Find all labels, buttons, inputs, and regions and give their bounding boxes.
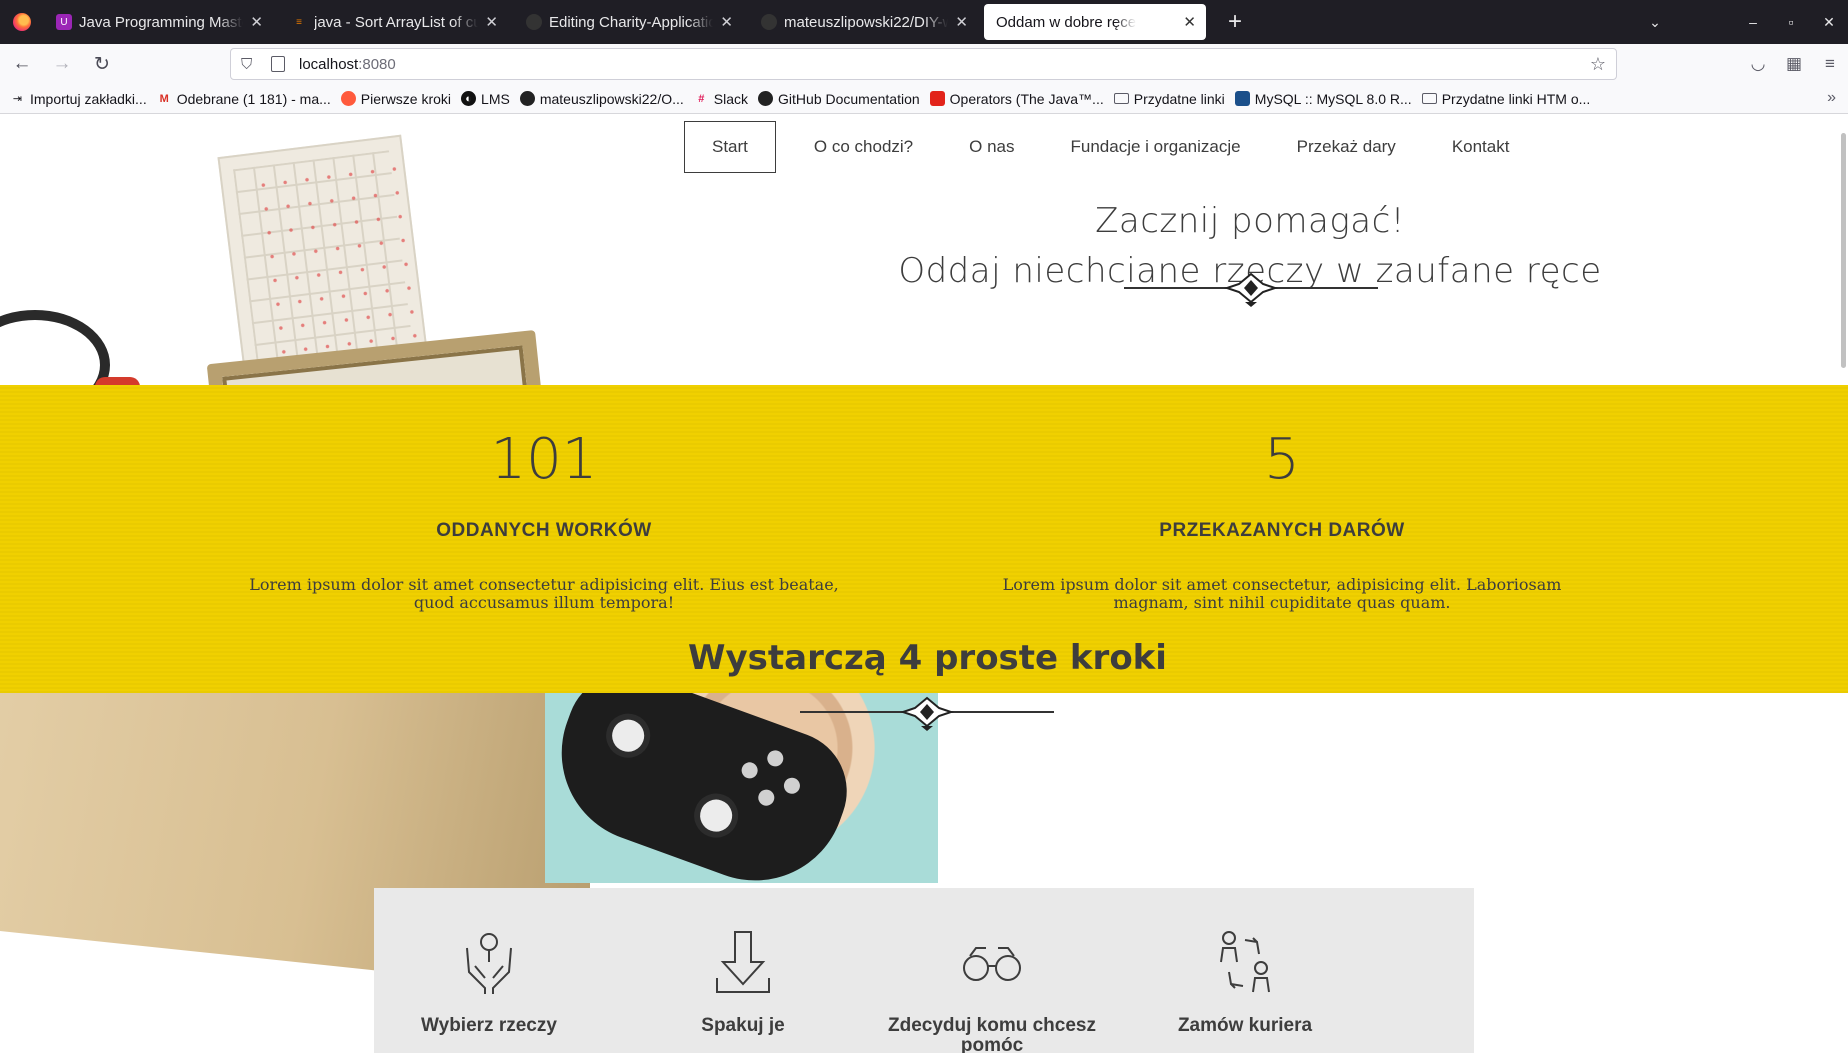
firefox-menu-icon[interactable]	[0, 0, 44, 44]
menu-item-o-co-chodzi[interactable]: O co chodzi?	[786, 121, 941, 173]
page-info-icon[interactable]	[271, 56, 285, 72]
step-item: Zdecyduj komu chcesz pomóc	[877, 888, 1107, 1053]
browser-nav-bar: ← → ↻ ⛉ localhost:8080 ☆ ◡ ▦ ≡	[0, 44, 1848, 84]
slack-icon: #	[698, 92, 705, 105]
gmail-icon: M	[159, 92, 169, 105]
url-bar[interactable]: ⛉ localhost:8080 ☆	[230, 48, 1617, 80]
oracle-icon	[929, 91, 945, 106]
bookmark-star-icon[interactable]: ☆	[1590, 54, 1606, 75]
steps-panel: Wybierz rzeczy Spakuj je Zdecyduj komu c…	[374, 888, 1474, 1053]
step-item: Wybierz rzeczy	[374, 888, 604, 1036]
stat-description: Lorem ipsum dolor sit amet consectetur, …	[1002, 575, 1562, 612]
stat-bags: 101 ODDANYCH WORKÓW Lorem ipsum dolor si…	[234, 385, 854, 612]
hands-icon	[466, 933, 512, 994]
more-bookmarks-chevron-icon[interactable]: »	[1827, 89, 1836, 107]
browser-tab[interactable]: U Java Programming Maste ✕	[44, 4, 273, 40]
stat-donations: 5 PRZEKAZANYCH DARÓW Lorem ipsum dolor s…	[972, 385, 1592, 612]
bookmark-folder[interactable]: Przydatne linki HTM o...	[1421, 91, 1590, 107]
close-tab-icon[interactable]: ✕	[250, 13, 263, 31]
forward-arrow-icon[interactable]: →	[44, 48, 80, 80]
stat-description: Lorem ipsum dolor sit amet consectetur a…	[249, 575, 839, 612]
stat-number: 5	[1264, 427, 1300, 492]
extensions-icon[interactable]: ▦	[1776, 54, 1812, 74]
new-tab-button[interactable]: +	[1220, 8, 1250, 36]
import-icon: ⇥	[12, 93, 23, 105]
binoculars-icon	[963, 947, 1021, 981]
menu-item-o-nas[interactable]: O nas	[941, 121, 1042, 173]
minimize-window-icon[interactable]: –	[1734, 14, 1772, 30]
bookmark-item[interactable]: Pierwsze kroki	[340, 91, 451, 107]
close-tab-icon[interactable]: ✕	[1183, 13, 1196, 31]
bookmark-folder[interactable]: Przydatne linki	[1113, 91, 1225, 107]
bookmark-item[interactable]: mateuszlipowski22/O...	[519, 91, 684, 107]
step-label: Zamów kuriera	[1177, 1015, 1313, 1036]
browser-tab[interactable]: mateuszlipowski22/DIY-w ✕	[749, 4, 978, 40]
close-tab-icon[interactable]: ✕	[485, 13, 498, 31]
tracking-shield-icon[interactable]: ⛉	[241, 56, 259, 73]
close-window-icon[interactable]: ✕	[1810, 14, 1848, 31]
bookmark-item[interactable]: MySQL :: MySQL 8.0 R...	[1234, 91, 1412, 107]
bookmark-item[interactable]: ⇥ Importuj zakładki...	[10, 91, 147, 107]
bookmark-item[interactable]: Operators (The Java™...	[929, 91, 1104, 107]
browser-tab-active[interactable]: Oddam w dobre ręce ✕	[984, 4, 1206, 40]
lms-icon: ◐	[461, 91, 477, 106]
close-tab-icon[interactable]: ✕	[955, 13, 968, 31]
stackoverflow-favicon-icon: ≡	[296, 16, 302, 28]
bookmark-item[interactable]: ◐ LMS	[461, 91, 510, 107]
slogan-line-1: Zacznij pomagać!	[1095, 201, 1405, 241]
bookmark-item[interactable]: # Slack	[694, 91, 748, 107]
github-icon	[519, 91, 535, 106]
browser-tab[interactable]: ≡ java - Sort ArrayList of cu ✕	[279, 4, 508, 40]
browser-tab-bar: U Java Programming Maste ✕ ≡ java - Sort…	[0, 0, 1848, 44]
page-viewport: Start O co chodzi? O nas Fundacje i orga…	[0, 115, 1848, 1053]
step-item: Spakuj je	[628, 888, 858, 1036]
list-tabs-chevron-icon[interactable]: ⌄	[1636, 14, 1674, 31]
menu-item-przekaz-dary[interactable]: Przekaż dary	[1269, 121, 1424, 173]
folder-icon	[1421, 93, 1437, 104]
stat-label: PRZEKAZANYCH DARÓW	[1159, 520, 1405, 541]
bookmark-item[interactable]: GitHub Documentation	[758, 91, 920, 107]
page-scrollbar[interactable]	[1841, 133, 1846, 368]
download-icon	[716, 931, 770, 993]
mysql-icon	[1234, 91, 1250, 106]
bookmarks-bar: ⇥ Importuj zakładki... M Odebrane (1 181) …	[0, 84, 1848, 114]
pocket-icon[interactable]: ◡	[1740, 54, 1776, 74]
menu-item-kontakt[interactable]: Kontakt	[1424, 121, 1538, 173]
stat-number: 101	[490, 427, 598, 492]
browser-tab[interactable]: Editing Charity-Applicatio ✕	[514, 4, 743, 40]
steps-section-title: Wystarczą 4 proste kroki	[688, 638, 1167, 678]
reload-icon[interactable]: ↻	[84, 48, 120, 80]
step-label: Zdecyduj komu chcesz pomóc	[887, 1015, 1096, 1053]
main-menu: Start O co chodzi? O nas Fundacje i orga…	[684, 121, 1537, 173]
github-favicon-icon	[526, 14, 542, 30]
stat-label: ODDANYCH WORKÓW	[436, 520, 652, 541]
bookmark-item[interactable]: M Odebrane (1 181) - ma...	[157, 91, 331, 107]
people-exchange-icon	[1220, 931, 1270, 993]
maximize-window-icon[interactable]: ▫	[1772, 14, 1810, 30]
decoration-ornament-icon	[800, 696, 1054, 731]
app-menu-icon[interactable]: ≡	[1812, 54, 1848, 74]
url-port: :8080	[358, 55, 396, 73]
udemy-favicon-icon: U	[56, 14, 72, 30]
firefox-icon	[340, 91, 356, 106]
menu-item-fundacje[interactable]: Fundacje i organizacje	[1043, 121, 1269, 173]
menu-item-start[interactable]: Start	[684, 121, 776, 173]
close-tab-icon[interactable]: ✕	[720, 13, 733, 31]
folder-icon	[1113, 93, 1129, 104]
github-favicon-icon	[761, 14, 777, 30]
github-icon	[758, 91, 774, 106]
step-label: Spakuj je	[701, 1015, 785, 1036]
url-host: localhost	[299, 55, 359, 73]
back-arrow-icon[interactable]: ←	[4, 48, 40, 80]
decoration-ornament-icon	[1124, 272, 1378, 307]
step-label: Wybierz rzeczy	[421, 1015, 557, 1036]
step-item: Zamów kuriera	[1130, 888, 1360, 1036]
header-photo	[0, 115, 560, 385]
